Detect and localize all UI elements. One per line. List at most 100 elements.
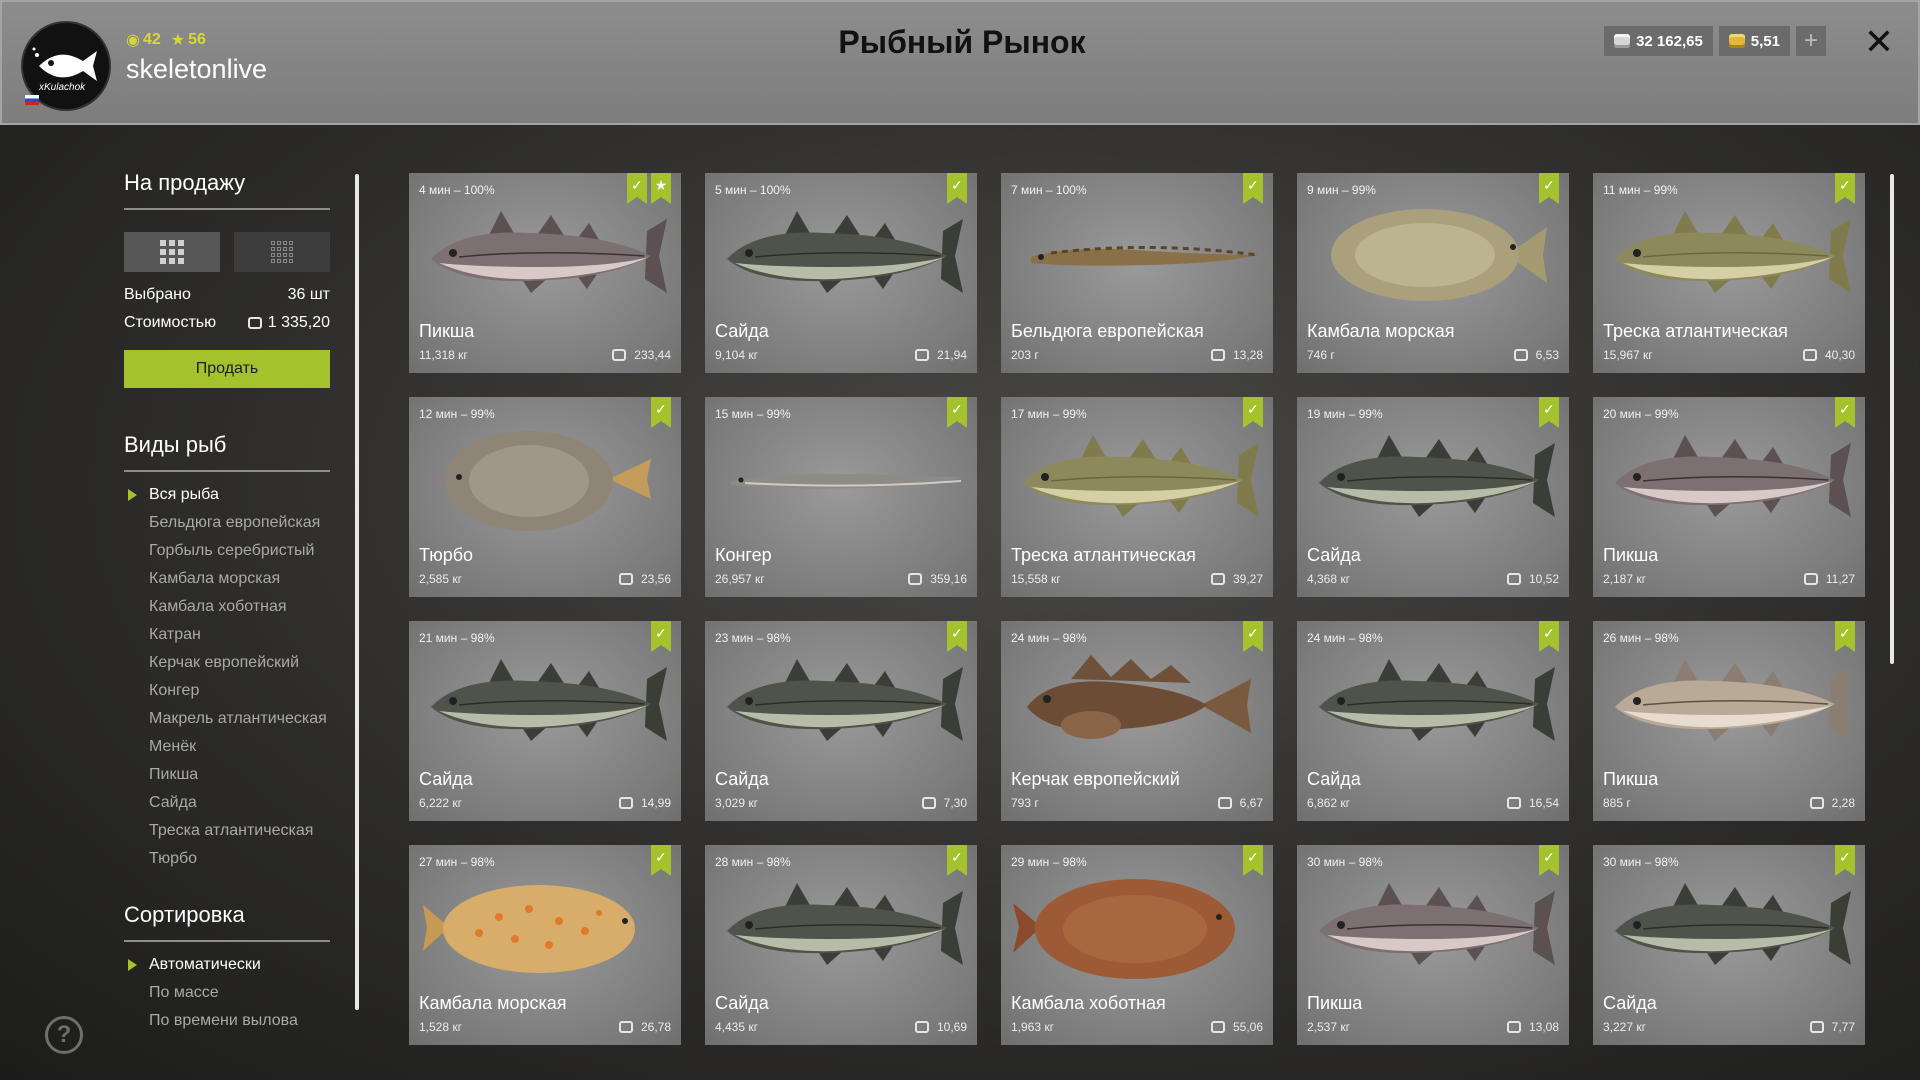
species-filter-item[interactable]: Керчак европейский — [124, 654, 330, 672]
fish-price: 6,67 — [1217, 796, 1263, 810]
coin-icon — [1506, 1021, 1521, 1033]
species-filter-item[interactable]: Камбала морская — [124, 570, 330, 588]
fish-image — [1031, 245, 1259, 266]
select-check-icon[interactable]: ✓ — [1539, 397, 1559, 428]
fish-name: Сайда — [715, 321, 769, 341]
fish-image — [1319, 659, 1555, 741]
select-check-icon[interactable]: ✓ — [1539, 845, 1559, 876]
catch-time: 15 мин – 99% — [715, 407, 791, 421]
fish-card[interactable]: 28 мин – 98% ✓ Сайда 4,435 кг 10,69 — [705, 845, 977, 1045]
species-filter-item[interactable]: Тюрбо — [124, 850, 330, 868]
fish-name: Камбала морская — [419, 993, 567, 1013]
select-check-icon[interactable]: ✓ — [1539, 621, 1559, 652]
fish-card[interactable]: 19 мин – 99% ✓ Сайда 4,368 кг 10,52 — [1297, 397, 1569, 597]
species-filter-item[interactable]: Пикша — [124, 766, 330, 784]
fish-name: Бельдюга европейская — [1011, 321, 1204, 341]
fish-price: 11,27 — [1803, 572, 1855, 586]
select-check-icon[interactable]: ✓ — [1243, 397, 1263, 428]
select-check-icon[interactable]: ✓ — [947, 397, 967, 428]
catch-time: 7 мин – 100% — [1011, 183, 1087, 197]
select-check-icon[interactable]: ✓ — [1835, 173, 1855, 204]
catch-time: 23 мин – 98% — [715, 631, 791, 645]
fish-card[interactable]: 5 мин – 100% ✓ Сайда 9,104 кг 21,94 — [705, 173, 977, 373]
fish-card[interactable]: 9 мин – 99% ✓ Камбала морская 746 г 6,53 — [1297, 173, 1569, 373]
silver-balance[interactable]: 32 162,65 — [1604, 26, 1713, 56]
fish-image — [727, 883, 963, 965]
select-check-icon[interactable]: ✓ — [1243, 173, 1263, 204]
sort-option-item[interactable]: По времени вылова — [124, 1012, 330, 1030]
add-currency-button[interactable]: + — [1796, 26, 1826, 56]
fish-card[interactable]: 30 мин – 98% ✓ Сайда 3,227 кг 7,77 — [1593, 845, 1865, 1045]
fish-card[interactable]: 17 мин – 99% ✓ Треска атлантическая 15,558… — [1001, 397, 1273, 597]
fish-card[interactable]: 11 мин – 99% ✓ Треска атлантическая 15,967… — [1593, 173, 1865, 373]
gold-coin-icon — [1728, 34, 1745, 48]
gold-balance-value: 5,51 — [1750, 32, 1780, 50]
species-filter-item[interactable]: Треска атлантическая — [124, 822, 330, 840]
select-check-icon[interactable]: ✓ — [651, 845, 671, 876]
fish-card[interactable]: 26 мин – 98% ✓ Пикша 885 г 2,28 — [1593, 621, 1865, 821]
grid-scrollbar[interactable] — [1890, 174, 1894, 664]
sort-option-item[interactable]: По массе — [124, 984, 330, 1002]
select-check-icon[interactable]: ✓ — [1835, 397, 1855, 428]
fish-weight: 6,862 кг — [1307, 796, 1350, 810]
fish-card[interactable]: 21 мин – 98% ✓ Сайда 6,222 кг 14,99 — [409, 621, 681, 821]
close-button[interactable]: ✕ — [1864, 22, 1894, 62]
select-check-icon[interactable]: ✓ — [1835, 845, 1855, 876]
coin-icon — [1513, 349, 1528, 361]
help-icon[interactable]: ? — [45, 1016, 83, 1054]
species-filter-item[interactable]: Камбала хоботная — [124, 598, 330, 616]
cost-value: 1 335,20 — [267, 314, 330, 331]
select-check-icon[interactable]: ✓ — [1243, 845, 1263, 876]
sell-button[interactable]: Продать — [124, 350, 330, 388]
select-check-icon[interactable]: ✓ — [947, 621, 967, 652]
select-check-icon[interactable]: ✓ — [947, 845, 967, 876]
select-check-icon[interactable]: ✓ — [627, 173, 647, 204]
select-check-icon[interactable]: ✓ — [651, 397, 671, 428]
cost-label: Стоимостью — [124, 314, 217, 331]
gold-balance[interactable]: 5,51 — [1718, 26, 1790, 56]
species-filter-item[interactable]: Конгер — [124, 682, 330, 700]
sidebar-scrollbar[interactable] — [355, 174, 359, 1010]
coin-icon — [618, 573, 633, 585]
species-filter-item[interactable]: Вся рыба — [124, 486, 330, 504]
small-grid-view-button[interactable] — [234, 232, 330, 272]
fish-card[interactable]: 24 мин – 98% ✓ Сайда 6,862 кг 16,54 — [1297, 621, 1569, 821]
balances: 32 162,65 5,51 + — [1604, 26, 1826, 56]
fish-card[interactable]: 30 мин – 98% ✓ Пикша 2,537 кг 13,08 — [1297, 845, 1569, 1045]
fish-card[interactable]: 20 мин – 99% ✓ Пикша 2,187 кг 11,27 — [1593, 397, 1865, 597]
select-check-icon[interactable]: ✓ — [947, 173, 967, 204]
fish-card[interactable]: 24 мин – 98% ✓ Керчак европейский 793 г 6,6… — [1001, 621, 1273, 821]
select-check-icon[interactable]: ✓ — [651, 621, 671, 652]
species-filter-item[interactable]: Бельдюга европейская — [124, 514, 330, 532]
select-check-icon[interactable]: ✓ — [1539, 173, 1559, 204]
species-filter-item[interactable]: Менёк — [124, 738, 330, 756]
large-grid-view-button[interactable] — [124, 232, 220, 272]
fish-weight: 15,558 кг — [1011, 572, 1061, 586]
species-filter-item[interactable]: Катран — [124, 626, 330, 644]
fish-card[interactable]: 12 мин – 99% ✓ Тюрбо 2,585 кг 23,56 — [409, 397, 681, 597]
coin-icon — [612, 349, 627, 361]
select-check-icon[interactable]: ✓ — [1835, 621, 1855, 652]
fish-card[interactable]: 15 мин – 99% ✓ Конгер 26,957 кг 359,16 — [705, 397, 977, 597]
catch-time: 4 мин – 100% — [419, 183, 495, 197]
fish-weight: 6,222 кг — [419, 796, 462, 810]
cost-row: Стоимостью 1 335,20 — [124, 314, 330, 332]
fish-card[interactable]: 4 мин – 100% ★ ✓ Пикша 11,318 кг 233,44 — [409, 173, 681, 373]
favorite-star-icon[interactable]: ★ — [651, 173, 671, 204]
fish-card[interactable]: 29 мин – 98% ✓ Камбала хоботная 1,963 кг 55… — [1001, 845, 1273, 1045]
fish-card[interactable]: 27 мин – 98% ✓ Камбала морская 1,528 кг 26,… — [409, 845, 681, 1045]
species-filter-item[interactable]: Сайда — [124, 794, 330, 812]
select-check-icon[interactable]: ✓ — [1243, 621, 1263, 652]
sort-option-item[interactable]: Автоматически — [124, 956, 330, 974]
species-filter-item[interactable]: Горбыль серебристый — [124, 542, 330, 560]
fish-name: Керчак европейский — [1011, 769, 1180, 789]
fish-name: Пикша — [1603, 769, 1659, 789]
fish-card[interactable]: 7 мин – 100% ✓ Бельдюга европейская 203 г 1… — [1001, 173, 1273, 373]
fish-weight: 203 г — [1011, 348, 1039, 362]
fish-name: Конгер — [715, 545, 772, 565]
fish-card[interactable]: 23 мин – 98% ✓ Сайда 3,029 кг 7,30 — [705, 621, 977, 821]
catch-time: 9 мин – 99% — [1307, 183, 1376, 197]
fish-image — [423, 885, 635, 973]
species-filter-item[interactable]: Макрель атлантическая — [124, 710, 330, 728]
catch-time: 12 мин – 99% — [419, 407, 495, 421]
